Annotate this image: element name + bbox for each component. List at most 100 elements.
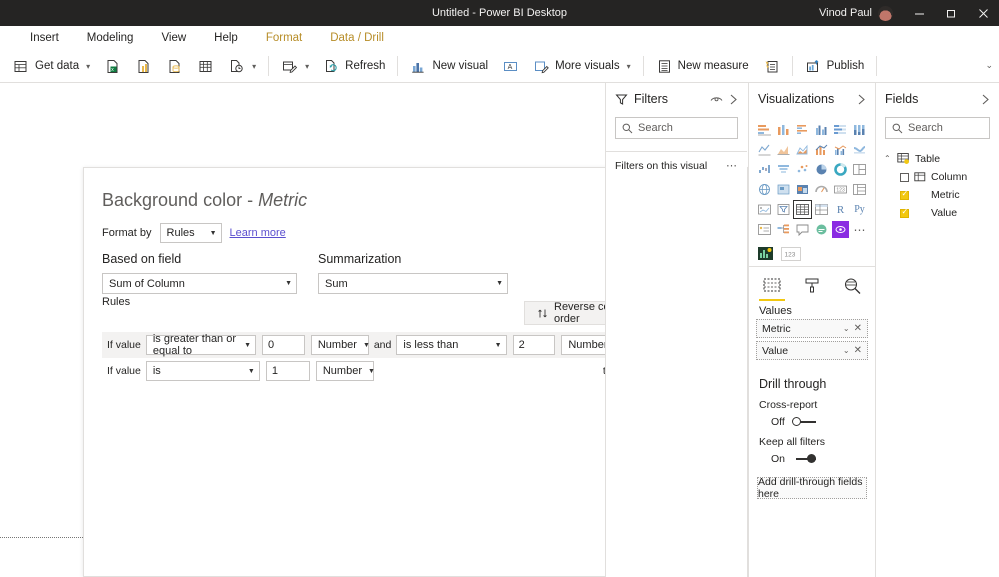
filters-search-input[interactable]: Search (615, 117, 738, 139)
treemap-icon[interactable] (851, 161, 868, 178)
slicer-icon[interactable] (775, 201, 792, 218)
decomposition-tree-icon[interactable] (775, 221, 792, 238)
fields-tab[interactable] (759, 275, 785, 301)
power-bi-datasets-button[interactable] (128, 51, 159, 81)
cross-report-toggle[interactable] (791, 417, 817, 427)
field-checkbox[interactable] (900, 189, 909, 200)
rule-operator-1-select[interactable]: is ▼ (145, 361, 260, 381)
format-by-select[interactable]: Rules ▼ (159, 223, 222, 243)
tab-modeling[interactable]: Modeling (73, 26, 148, 50)
area-chart-icon[interactable] (775, 141, 792, 158)
gauge-chart-icon[interactable] (813, 181, 830, 198)
100-stacked-bar-chart-icon[interactable] (832, 121, 849, 138)
analytics-tab[interactable] (841, 275, 863, 297)
qna-visual-icon[interactable] (794, 221, 811, 238)
tab-data-drill[interactable]: Data / Drill (316, 26, 398, 50)
rule-value-2-input[interactable]: 2 (512, 335, 556, 355)
new-visual-button[interactable]: New visual (403, 51, 495, 81)
clustered-bar-chart-icon[interactable] (794, 121, 811, 138)
chevron-up-icon[interactable]: ⌃ (884, 154, 892, 163)
enter-data-button[interactable] (190, 51, 221, 81)
well-field-value[interactable]: Value ⌄ ✕ (756, 341, 868, 360)
field-item-value[interactable]: Value (876, 204, 999, 222)
drill-through-drop-zone[interactable]: Add drill-through fields here (757, 476, 867, 500)
waterfall-chart-icon[interactable] (756, 161, 773, 178)
field-item-column[interactable]: Column (876, 168, 999, 186)
based-on-field-select[interactable]: Sum of Column ▼ (102, 273, 297, 294)
scatter-chart-icon[interactable] (794, 161, 811, 178)
rule-operator-1-select[interactable]: is greater than or equal to ▼ (145, 333, 257, 357)
funnel-chart-icon[interactable] (775, 161, 792, 178)
fields-table-node[interactable]: ⌃ Table (876, 149, 999, 168)
recent-sources-button[interactable]: ▾ (221, 51, 263, 81)
excel-workbook-button[interactable]: x (97, 51, 128, 81)
line-and-clustered-column-chart-icon[interactable] (832, 141, 849, 158)
ellipsis-icon[interactable]: ⋯ (851, 221, 868, 238)
tab-view[interactable]: View (147, 26, 200, 50)
r-script-visual-icon[interactable]: R (832, 201, 849, 218)
card-icon[interactable]: 123 (832, 181, 849, 198)
summarization-select[interactable]: Sum ▼ (318, 273, 508, 294)
field-checkbox[interactable] (900, 207, 909, 218)
new-measure-button[interactable]: New measure (649, 51, 756, 81)
multi-row-card-icon[interactable] (851, 181, 868, 198)
quick-measure-button[interactable] (756, 51, 787, 81)
chevron-down-icon[interactable]: ⌄ (843, 324, 850, 333)
close-button[interactable] (967, 0, 999, 26)
get-more-visuals-icon[interactable] (757, 245, 774, 262)
filled-map-icon[interactable] (775, 181, 792, 198)
tab-help[interactable]: Help (200, 26, 252, 50)
fields-search-input[interactable]: Search (885, 117, 990, 139)
rule-type-1-select[interactable]: Number ▼ (315, 361, 375, 381)
rule-operator-2-select[interactable]: is less than ▼ (396, 335, 507, 355)
clustered-column-chart-icon[interactable] (813, 121, 830, 138)
rule-value-1-input[interactable]: 0 (262, 335, 305, 355)
smart-narrative-icon[interactable] (813, 221, 830, 238)
publish-button[interactable]: Publish (798, 51, 872, 81)
avatar[interactable] (878, 5, 893, 21)
map-icon[interactable] (756, 181, 773, 198)
stacked-area-chart-icon[interactable] (794, 141, 811, 158)
chevron-right-icon[interactable] (857, 94, 866, 105)
field-item-metric[interactable]: Metric (876, 186, 999, 204)
card-number-icon[interactable]: 123 (781, 246, 801, 261)
user-name[interactable]: Vinod Paul (819, 7, 872, 19)
rule-value-1-input[interactable]: 1 (265, 361, 310, 381)
learn-more-link[interactable]: Learn more (230, 227, 286, 239)
text-box-button[interactable]: A (495, 51, 526, 81)
table-visual-icon[interactable] (793, 200, 812, 219)
matrix-visual-icon[interactable] (813, 201, 830, 218)
refresh-button[interactable]: Refresh (316, 51, 392, 81)
100-stacked-column-chart-icon[interactable] (851, 121, 868, 138)
field-checkbox[interactable] (900, 172, 909, 182)
restore-button[interactable] (935, 0, 967, 26)
minimize-button[interactable] (903, 0, 935, 26)
chevron-right-icon[interactable] (729, 94, 738, 105)
pie-chart-icon[interactable] (813, 161, 830, 178)
keep-all-filters-toggle[interactable] (791, 454, 817, 464)
chevron-down-icon[interactable]: ⌄ (843, 346, 850, 355)
tab-insert[interactable]: Insert (16, 26, 73, 50)
stacked-column-chart-icon[interactable] (775, 121, 792, 138)
well-field-metric[interactable]: Metric ⌄ ✕ (756, 319, 868, 338)
paginated-report-icon[interactable] (832, 221, 849, 238)
hide-pane-icon[interactable] (710, 95, 723, 104)
line-chart-icon[interactable] (756, 141, 773, 158)
sql-server-button[interactable] (159, 51, 190, 81)
ribbon-chart-icon[interactable] (851, 141, 868, 158)
line-and-stacked-column-chart-icon[interactable] (813, 141, 830, 158)
python-visual-icon[interactable]: Py (851, 201, 868, 218)
remove-field-icon[interactable]: ✕ (854, 323, 862, 334)
donut-chart-icon[interactable] (832, 161, 849, 178)
format-tab[interactable] (801, 275, 823, 297)
more-visuals-button[interactable]: More visuals ▾ (526, 51, 638, 81)
kpi-icon[interactable] (756, 201, 773, 218)
rule-type-1-select[interactable]: Number ▼ (310, 335, 370, 355)
ellipsis-icon[interactable]: ⋯ (726, 159, 738, 172)
stacked-bar-chart-icon[interactable] (756, 121, 773, 138)
tab-format[interactable]: Format (252, 26, 316, 50)
key-influencers-icon[interactable] (756, 221, 773, 238)
remove-field-icon[interactable]: ✕ (854, 345, 862, 356)
transform-data-button[interactable]: ▾ (274, 51, 316, 81)
collapse-ribbon-button[interactable]: ⌄ (985, 60, 993, 71)
